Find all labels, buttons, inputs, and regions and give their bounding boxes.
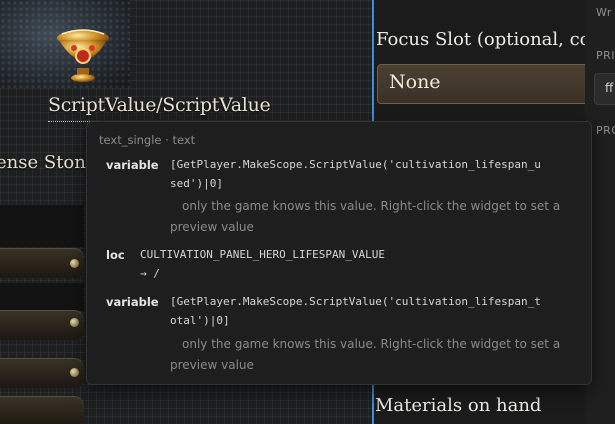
code-line: CULTIVATION_PANEL_HERO_LIFESPAN_VALUE	[140, 248, 386, 261]
loc-key: CULTIVATION_PANEL_HERO_LIFESPAN_VALUE → …	[140, 245, 385, 283]
note-line: preview value	[170, 220, 254, 234]
property-input-value: ff	[605, 81, 614, 95]
stud-icon	[70, 368, 79, 377]
variable-expression: [GetPlayer.MakeScope.ScriptValue('cultiv…	[170, 292, 541, 330]
title-underline	[48, 121, 92, 122]
slot-panel	[0, 205, 84, 247]
binding-tooltip: text_single · text variable [GetPlayer.M…	[86, 121, 592, 385]
variable-expression: [GetPlayer.MakeScope.ScriptValue('cultiv…	[170, 155, 541, 193]
row-key: variable	[106, 295, 159, 309]
treasure-cauldron-icon	[57, 29, 109, 82]
code-line: [GetPlayer.MakeScope.ScriptValue('cultiv…	[170, 158, 541, 171]
note-line: preview value	[170, 358, 254, 372]
stud-icon	[70, 318, 79, 327]
property-input[interactable]: ff	[594, 73, 615, 105]
row-key: variable	[106, 158, 159, 172]
panel-section-label: PRO	[596, 124, 615, 137]
row-key: loc	[106, 248, 125, 262]
tooltip-header: text_single · text	[99, 133, 196, 147]
loc-value: → /	[140, 267, 160, 280]
focus-slot-label: Focus Slot (optional, cor	[376, 29, 600, 50]
code-line: [GetPlayer.MakeScope.ScriptValue('cultiv…	[170, 295, 541, 308]
hero-title[interactable]: ScriptValue/ScriptValue	[48, 94, 271, 116]
panel-title: Wr	[596, 6, 612, 19]
note-line: only the game knows this value. Right-cl…	[182, 199, 561, 213]
focus-slot-value: None	[389, 71, 441, 93]
variable-note: only the game knows this value. Right-cl…	[170, 334, 560, 376]
panel-section-label: PRI	[596, 49, 615, 62]
plank-bar	[0, 396, 84, 424]
stud-icon	[70, 259, 79, 268]
slot-panel	[0, 283, 84, 311]
stone-label[interactable]: ense Ston	[0, 152, 86, 173]
note-line: only the game knows this value. Right-cl…	[182, 337, 561, 351]
code-line: otal')|0]	[170, 314, 230, 327]
variable-note: only the game knows this value. Right-cl…	[170, 196, 560, 238]
code-line: sed')|0]	[170, 177, 223, 190]
materials-label: Materials on hand	[375, 395, 542, 416]
